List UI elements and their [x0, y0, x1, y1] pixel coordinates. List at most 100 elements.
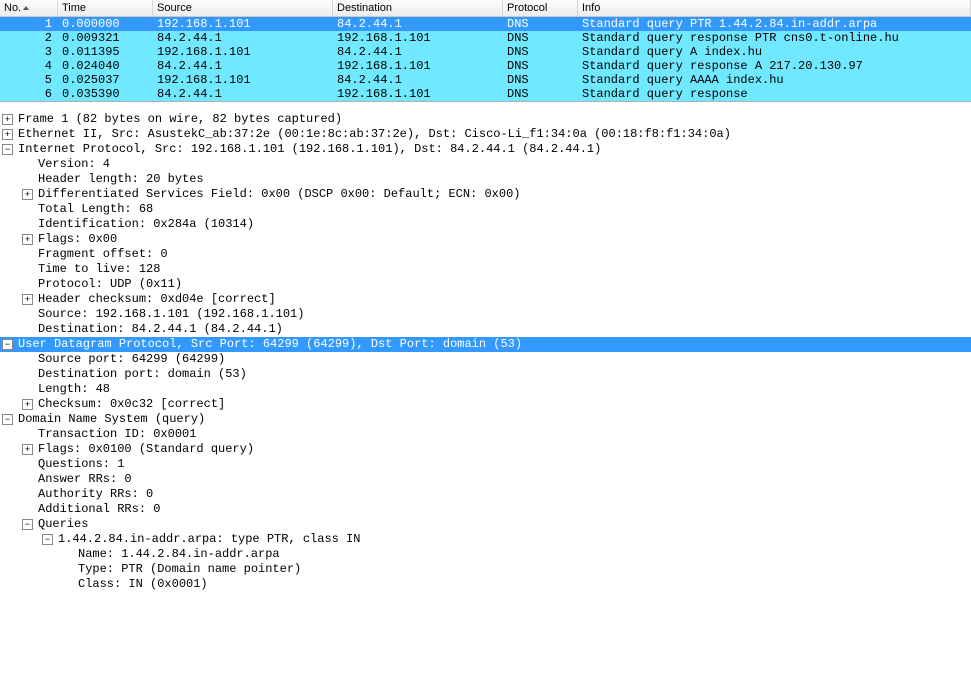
cell-time: 0.011395 — [58, 45, 153, 59]
tree-row[interactable]: Queries — [0, 517, 971, 532]
cell-source: 84.2.44.1 — [153, 59, 333, 73]
tree-row[interactable]: Protocol: UDP (0x11) — [0, 277, 971, 292]
tree-row[interactable]: Answer RRs: 0 — [0, 472, 971, 487]
tree-spacer-icon — [22, 324, 33, 335]
column-header-protocol[interactable]: Protocol — [503, 0, 578, 16]
tree-row[interactable]: Domain Name System (query) — [0, 412, 971, 427]
tree-row[interactable]: Source port: 64299 (64299) — [0, 352, 971, 367]
tree-row[interactable]: Ethernet II, Src: AsustekC_ab:37:2e (00:… — [0, 127, 971, 142]
tree-label: Time to live: 128 — [38, 262, 160, 277]
tree-label: User Datagram Protocol, Src Port: 64299 … — [18, 337, 522, 352]
collapse-icon[interactable] — [2, 339, 13, 350]
tree-label: Destination: 84.2.44.1 (84.2.44.1) — [38, 322, 283, 337]
tree-spacer-icon — [22, 219, 33, 230]
tree-row[interactable]: Header length: 20 bytes — [0, 172, 971, 187]
tree-row[interactable]: Version: 4 — [0, 157, 971, 172]
expand-icon[interactable] — [22, 294, 33, 305]
tree-row[interactable]: Time to live: 128 — [0, 262, 971, 277]
tree-label: Version: 4 — [38, 157, 110, 172]
packet-row[interactable]: 10.000000192.168.1.10184.2.44.1DNSStanda… — [0, 17, 971, 31]
cell-destination: 84.2.44.1 — [333, 45, 503, 59]
tree-row[interactable]: Transaction ID: 0x0001 — [0, 427, 971, 442]
tree-row[interactable]: Destination port: domain (53) — [0, 367, 971, 382]
tree-row[interactable]: Class: IN (0x0001) — [0, 577, 971, 592]
tree-row[interactable]: Differentiated Services Field: 0x00 (DSC… — [0, 187, 971, 202]
tree-row[interactable]: Type: PTR (Domain name pointer) — [0, 562, 971, 577]
tree-row[interactable]: Internet Protocol, Src: 192.168.1.101 (1… — [0, 142, 971, 157]
tree-row[interactable]: Header checksum: 0xd04e [correct] — [0, 292, 971, 307]
tree-spacer-icon — [22, 159, 33, 170]
expand-icon[interactable] — [22, 189, 33, 200]
tree-label: Questions: 1 — [38, 457, 124, 472]
cell-protocol: DNS — [503, 31, 578, 45]
column-header-no[interactable]: No. — [0, 0, 58, 16]
cell-time: 0.000000 — [58, 17, 153, 31]
cell-protocol: DNS — [503, 17, 578, 31]
column-header-source[interactable]: Source — [153, 0, 333, 16]
tree-label: Source: 192.168.1.101 (192.168.1.101) — [38, 307, 304, 322]
tree-label: Differentiated Services Field: 0x00 (DSC… — [38, 187, 520, 202]
tree-row[interactable]: Flags: 0x0100 (Standard query) — [0, 442, 971, 457]
packet-row[interactable]: 40.02404084.2.44.1192.168.1.101DNSStanda… — [0, 59, 971, 73]
tree-label: Total Length: 68 — [38, 202, 153, 217]
tree-label: Additional RRs: 0 — [38, 502, 160, 517]
tree-row[interactable]: Questions: 1 — [0, 457, 971, 472]
tree-row[interactable]: Frame 1 (82 bytes on wire, 82 bytes capt… — [0, 112, 971, 127]
tree-spacer-icon — [22, 504, 33, 515]
tree-row[interactable]: User Datagram Protocol, Src Port: 64299 … — [0, 337, 971, 352]
tree-label: Identification: 0x284a (10314) — [38, 217, 254, 232]
packet-row[interactable]: 50.025037192.168.1.10184.2.44.1DNSStanda… — [0, 73, 971, 87]
column-header-info[interactable]: Info — [578, 0, 971, 16]
cell-time: 0.025037 — [58, 73, 153, 87]
tree-row[interactable]: Total Length: 68 — [0, 202, 971, 217]
cell-time: 0.035390 — [58, 87, 153, 101]
tree-row[interactable]: Destination: 84.2.44.1 (84.2.44.1) — [0, 322, 971, 337]
tree-row[interactable]: 1.44.2.84.in-addr.arpa: type PTR, class … — [0, 532, 971, 547]
collapse-icon[interactable] — [2, 414, 13, 425]
tree-spacer-icon — [22, 249, 33, 260]
tree-row[interactable]: Additional RRs: 0 — [0, 502, 971, 517]
expand-icon[interactable] — [2, 114, 13, 125]
tree-label: Flags: 0x00 — [38, 232, 117, 247]
tree-row[interactable]: Source: 192.168.1.101 (192.168.1.101) — [0, 307, 971, 322]
collapse-icon[interactable] — [42, 534, 53, 545]
tree-label: Type: PTR (Domain name pointer) — [78, 562, 301, 577]
packet-row[interactable]: 60.03539084.2.44.1192.168.1.101DNSStanda… — [0, 87, 971, 101]
tree-row[interactable]: Fragment offset: 0 — [0, 247, 971, 262]
tree-spacer-icon — [22, 174, 33, 185]
tree-spacer-icon — [62, 564, 73, 575]
expand-icon[interactable] — [22, 399, 33, 410]
tree-label: Length: 48 — [38, 382, 110, 397]
tree-label: Internet Protocol, Src: 192.168.1.101 (1… — [18, 142, 601, 157]
tree-row[interactable]: Flags: 0x00 — [0, 232, 971, 247]
expand-icon[interactable] — [22, 234, 33, 245]
tree-spacer-icon — [22, 474, 33, 485]
tree-label: Authority RRs: 0 — [38, 487, 153, 502]
tree-label: Name: 1.44.2.84.in-addr.arpa — [78, 547, 280, 562]
column-header-time[interactable]: Time — [58, 0, 153, 16]
tree-label: Protocol: UDP (0x11) — [38, 277, 182, 292]
column-header-destination[interactable]: Destination — [333, 0, 503, 16]
cell-info: Standard query A index.hu — [578, 45, 971, 59]
tree-row[interactable]: Checksum: 0x0c32 [correct] — [0, 397, 971, 412]
cell-destination: 84.2.44.1 — [333, 17, 503, 31]
expand-icon[interactable] — [2, 129, 13, 140]
collapse-icon[interactable] — [22, 519, 33, 530]
tree-row[interactable]: Length: 48 — [0, 382, 971, 397]
expand-icon[interactable] — [22, 444, 33, 455]
packet-row[interactable]: 30.011395192.168.1.10184.2.44.1DNSStanda… — [0, 45, 971, 59]
cell-destination: 192.168.1.101 — [333, 31, 503, 45]
tree-spacer-icon — [22, 204, 33, 215]
tree-label: Checksum: 0x0c32 [correct] — [38, 397, 225, 412]
tree-row[interactable]: Name: 1.44.2.84.in-addr.arpa — [0, 547, 971, 562]
tree-spacer-icon — [62, 579, 73, 590]
cell-info: Standard query AAAA index.hu — [578, 73, 971, 87]
tree-spacer-icon — [62, 549, 73, 560]
tree-label: Ethernet II, Src: AsustekC_ab:37:2e (00:… — [18, 127, 731, 142]
collapse-icon[interactable] — [2, 144, 13, 155]
tree-row[interactable]: Authority RRs: 0 — [0, 487, 971, 502]
tree-row[interactable]: Identification: 0x284a (10314) — [0, 217, 971, 232]
cell-protocol: DNS — [503, 59, 578, 73]
cell-no: 2 — [0, 31, 58, 45]
packet-row[interactable]: 20.00932184.2.44.1192.168.1.101DNSStanda… — [0, 31, 971, 45]
